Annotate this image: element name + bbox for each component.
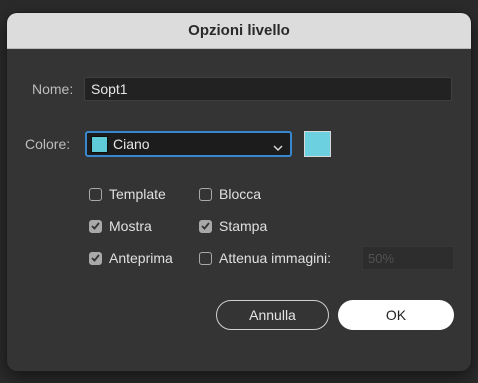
name-label: Nome: — [32, 81, 74, 97]
color-label: Colore: — [25, 136, 71, 152]
layer-options-dialog: Opzioni livello Nome: Sopt1 Colore: Cian… — [7, 13, 471, 371]
chevron-down-icon — [273, 139, 283, 157]
dim-images-checkbox[interactable]: Attenua immagini: — [199, 250, 331, 266]
template-label: Template — [109, 186, 166, 202]
preview-label: Anteprima — [109, 250, 173, 266]
template-checkbox[interactable]: Template — [89, 186, 166, 202]
checkbox-unchecked-icon — [199, 187, 212, 201]
dim-images-label: Attenua immagini: — [219, 250, 332, 266]
checkbox-checked-icon — [89, 219, 102, 233]
show-checkbox[interactable]: Mostra — [89, 218, 152, 234]
checkbox-checked-icon — [199, 219, 212, 233]
print-checkbox[interactable]: Stampa — [199, 218, 267, 234]
checkbox-unchecked-icon — [89, 187, 102, 201]
lock-checkbox[interactable]: Blocca — [199, 186, 261, 202]
print-label: Stampa — [219, 218, 268, 234]
show-label: Mostra — [109, 218, 152, 234]
preview-checkbox[interactable]: Anteprima — [89, 250, 173, 266]
color-swatch-button[interactable] — [304, 131, 331, 157]
checkbox-unchecked-icon — [199, 251, 212, 265]
lock-label: Blocca — [219, 186, 262, 202]
dim-percent-field[interactable]: 50% — [362, 246, 454, 270]
checkbox-checked-icon — [89, 251, 102, 265]
color-dropdown-value: Ciano — [113, 136, 150, 152]
color-dropdown[interactable]: Ciano — [85, 131, 292, 157]
dialog-title: Opzioni livello — [188, 22, 290, 39]
name-field[interactable]: Sopt1 — [84, 77, 452, 101]
cancel-button[interactable]: Annulla — [216, 300, 329, 330]
color-swatch-small — [91, 135, 108, 153]
title-bar: Opzioni livello — [7, 13, 471, 49]
ok-button[interactable]: OK — [338, 300, 454, 330]
